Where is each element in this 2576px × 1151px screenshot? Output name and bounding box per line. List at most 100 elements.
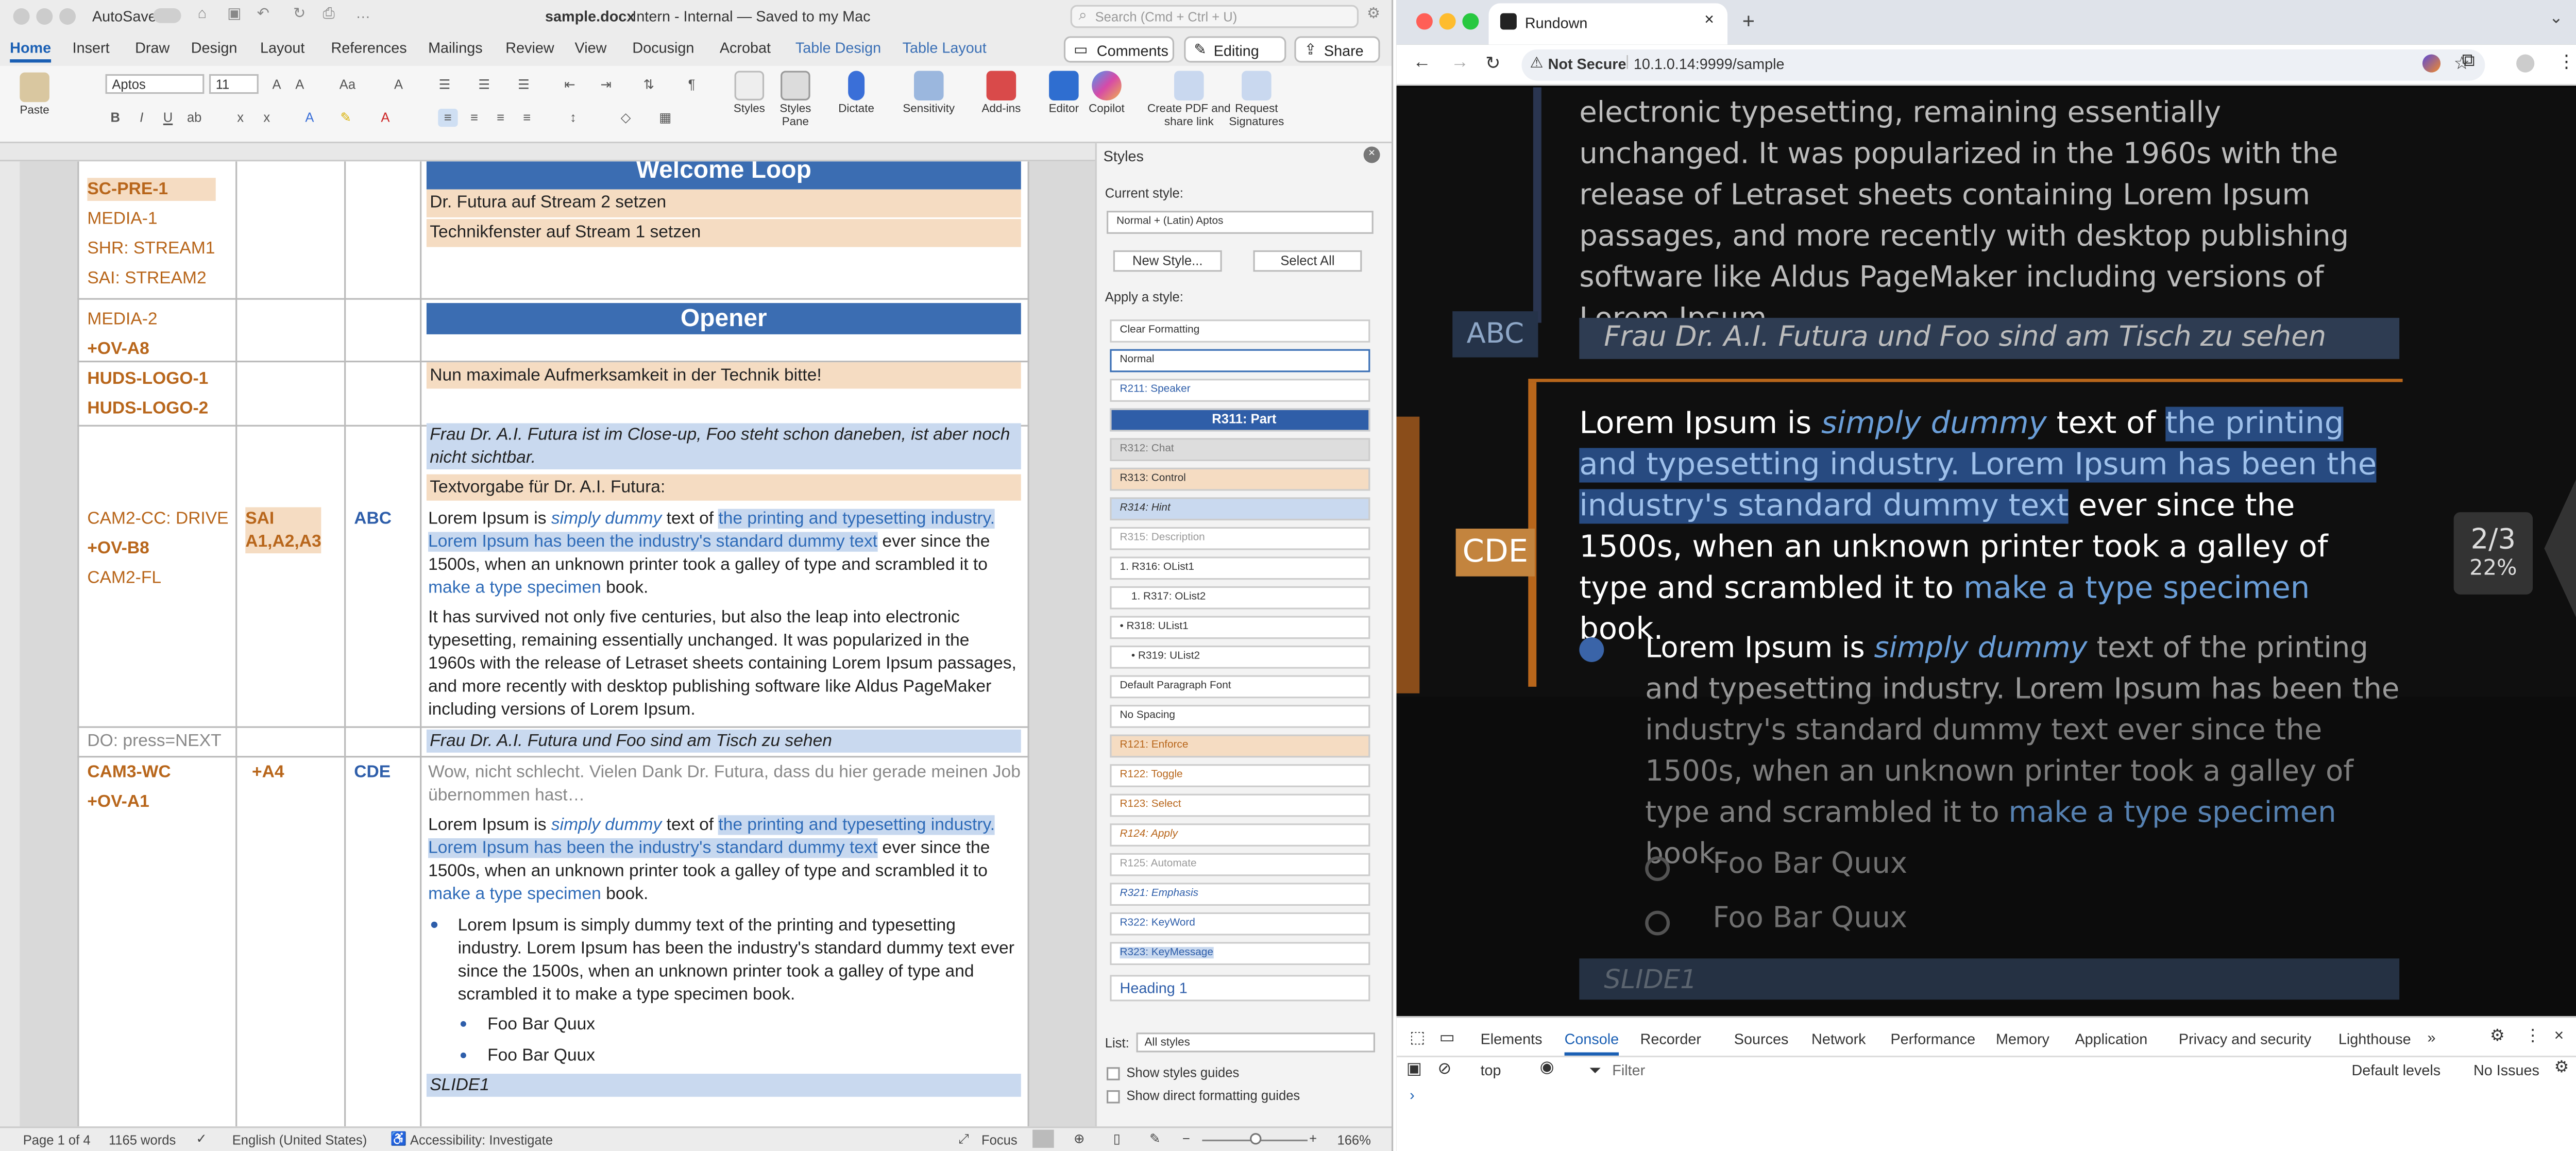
underline-icon[interactable]: U (158, 109, 178, 127)
page-count[interactable]: Page 1 of 4 (23, 1133, 91, 1148)
clear-console-icon[interactable]: ⊘ (1437, 1060, 1451, 1078)
focus-button[interactable]: Focus (981, 1133, 1018, 1148)
inspect-icon[interactable]: ⬚ (1410, 1029, 1425, 1047)
new-tab-icon[interactable]: + (1742, 8, 1755, 33)
styles-gallery-button[interactable]: Styles (726, 71, 772, 116)
justify-icon[interactable]: ≡ (517, 109, 537, 127)
zoom-out-icon[interactable]: − (1182, 1131, 1190, 1146)
dictate-button[interactable]: Dictate (833, 71, 879, 116)
home-icon[interactable]: ⌂ (198, 5, 207, 22)
tab-rundown[interactable]: Rundown × (1488, 3, 1728, 45)
style-enforce[interactable]: R121: Enforce (1110, 734, 1370, 758)
tab-layout[interactable]: Layout (260, 40, 304, 56)
zoom-in-icon[interactable]: + (1309, 1131, 1317, 1146)
devtools-tab-network[interactable]: Network (1811, 1031, 1866, 1047)
accessibility-status[interactable]: Accessibility: Investigate (410, 1133, 553, 1148)
new-style-button[interactable]: New Style... (1113, 250, 1222, 272)
language[interactable]: English (United States) (232, 1133, 367, 1148)
tab-references[interactable]: References (331, 40, 406, 56)
grow-font-icon[interactable]: A (267, 76, 286, 94)
align-center-icon[interactable]: ≡ (464, 109, 484, 127)
show-direct-formatting-checkbox[interactable] (1106, 1090, 1120, 1104)
zoom-window-button[interactable] (59, 8, 76, 25)
style-olist2[interactable]: 1. R317: OList2 (1110, 586, 1370, 610)
chrome-close-button[interactable] (1416, 13, 1433, 30)
styles-pane-button[interactable]: Styles Pane (774, 71, 817, 130)
align-left-icon[interactable]: ≡ (438, 108, 458, 127)
borders-icon[interactable]: ▦ (655, 109, 675, 127)
style-clear-formatting[interactable]: Clear Formatting (1110, 319, 1370, 343)
tab-search-icon[interactable]: ⌄ (2549, 10, 2563, 28)
more-tabs-icon[interactable]: » (2427, 1029, 2435, 1046)
tab-review[interactable]: Review (505, 40, 554, 56)
chrome-minimize-button[interactable] (1439, 13, 1456, 30)
devtools-tab-console[interactable]: Console (1564, 1031, 1619, 1056)
editing-mode-button[interactable]: ✎ Editing (1184, 36, 1286, 63)
devtools-tab-recorder[interactable]: Recorder (1640, 1031, 1701, 1047)
current-style-field[interactable]: Normal + (Latin) Aptos (1106, 211, 1374, 234)
tab-acrobat[interactable]: Acrobat (720, 40, 771, 56)
console-filter-input[interactable]: Filter (1612, 1062, 1645, 1079)
minimize-window-button[interactable] (36, 8, 53, 25)
devtools-tab-privacy[interactable]: Privacy and security (2179, 1031, 2311, 1047)
issues-counter[interactable]: No Issues (2473, 1062, 2539, 1079)
devtools-close-icon[interactable]: × (2554, 1028, 2564, 1046)
word-count[interactable]: 1165 words (109, 1133, 176, 1148)
style-olist1[interactable]: 1. R316: OList1 (1110, 556, 1370, 580)
paste-button[interactable]: Paste (13, 72, 56, 119)
read-mode-icon[interactable]: ▯ (1113, 1131, 1121, 1146)
font-name-select[interactable]: Aptos (105, 74, 205, 94)
font-size-select[interactable]: 11 (209, 74, 259, 94)
style-apply[interactable]: R124: Apply (1110, 823, 1370, 847)
italic-icon[interactable]: I (132, 109, 151, 127)
addins-button[interactable]: Add-ins (978, 71, 1024, 116)
select-all-button[interactable]: Select All (1253, 250, 1362, 272)
sensitivity-button[interactable]: Sensitivity (899, 71, 958, 116)
devtools-tab-elements[interactable]: Elements (1481, 1031, 1543, 1047)
decrease-indent-icon[interactable]: ⇤ (560, 76, 580, 94)
clear-format-icon[interactable]: A (388, 76, 408, 94)
context-selector[interactable]: top (1481, 1062, 1501, 1079)
url-text[interactable]: 10.1.0.14:9999/sample (1634, 56, 1785, 73)
autosave-toggle[interactable] (153, 8, 181, 23)
list-filter-select[interactable]: All styles (1136, 1032, 1375, 1053)
extensions-icon[interactable]: ⧉ (2462, 51, 2475, 73)
shrink-font-icon[interactable]: A (290, 76, 310, 94)
style-part[interactable]: R311: Part (1110, 408, 1370, 432)
strikethrough-icon[interactable]: ab (184, 109, 204, 127)
zoom-level[interactable]: 166% (1337, 1133, 1370, 1148)
save-icon[interactable]: ▣ (227, 5, 241, 23)
sort-icon[interactable]: ⇅ (639, 76, 658, 94)
subscript-icon[interactable]: x (230, 109, 250, 127)
undo-icon[interactable]: ↶ (257, 5, 269, 23)
style-automate[interactable]: R125: Automate (1110, 853, 1370, 876)
show-styles-guides-checkbox[interactable] (1106, 1067, 1120, 1080)
tab-docusign[interactable]: Docusign (632, 40, 694, 56)
tab-design[interactable]: Design (191, 40, 238, 56)
document-page[interactable]: SC-PRE-1 MEDIA-1 SHR: STREAM1 SAI: STREA… (77, 161, 1029, 1127)
reload-icon[interactable]: ↻ (1485, 53, 1500, 74)
tab-home[interactable]: Home (10, 40, 52, 63)
devtools-tab-memory[interactable]: Memory (1996, 1031, 2049, 1047)
settings-icon[interactable]: ⚙ (1367, 5, 1380, 23)
comments-button[interactable]: ▭ Comments (1063, 36, 1175, 63)
increase-indent-icon[interactable]: ⇥ (596, 76, 616, 94)
horizontal-ruler[interactable] (0, 143, 1095, 162)
multilevel-list-icon[interactable]: ☰ (514, 76, 533, 94)
tab-close-icon[interactable]: × (1704, 11, 1714, 29)
tab-insert[interactable]: Insert (73, 40, 110, 56)
eye-icon[interactable]: ◉ (1540, 1059, 1554, 1077)
back-icon[interactable]: ← (1413, 53, 1431, 72)
change-case-icon[interactable]: Aa (337, 76, 357, 94)
style-keymessage[interactable]: R323: KeyMessage (1110, 942, 1370, 966)
style-ulist1[interactable]: • R318: UList1 (1110, 616, 1370, 639)
chrome-menu-icon[interactable]: ⋮ (2557, 51, 2575, 72)
devtools-tab-sources[interactable]: Sources (1734, 1031, 1789, 1047)
console-settings-icon[interactable]: ⚙ (2554, 1059, 2569, 1077)
share-button[interactable]: ⇪ Share (1294, 36, 1380, 63)
sidebar-toggle-icon[interactable]: ▣ (1406, 1060, 1422, 1078)
tab-draw[interactable]: Draw (135, 40, 170, 56)
bullets-icon[interactable]: ☰ (435, 76, 454, 94)
devtools-tab-application[interactable]: Application (2075, 1031, 2147, 1047)
show-formatting-icon[interactable]: ¶ (682, 76, 701, 94)
